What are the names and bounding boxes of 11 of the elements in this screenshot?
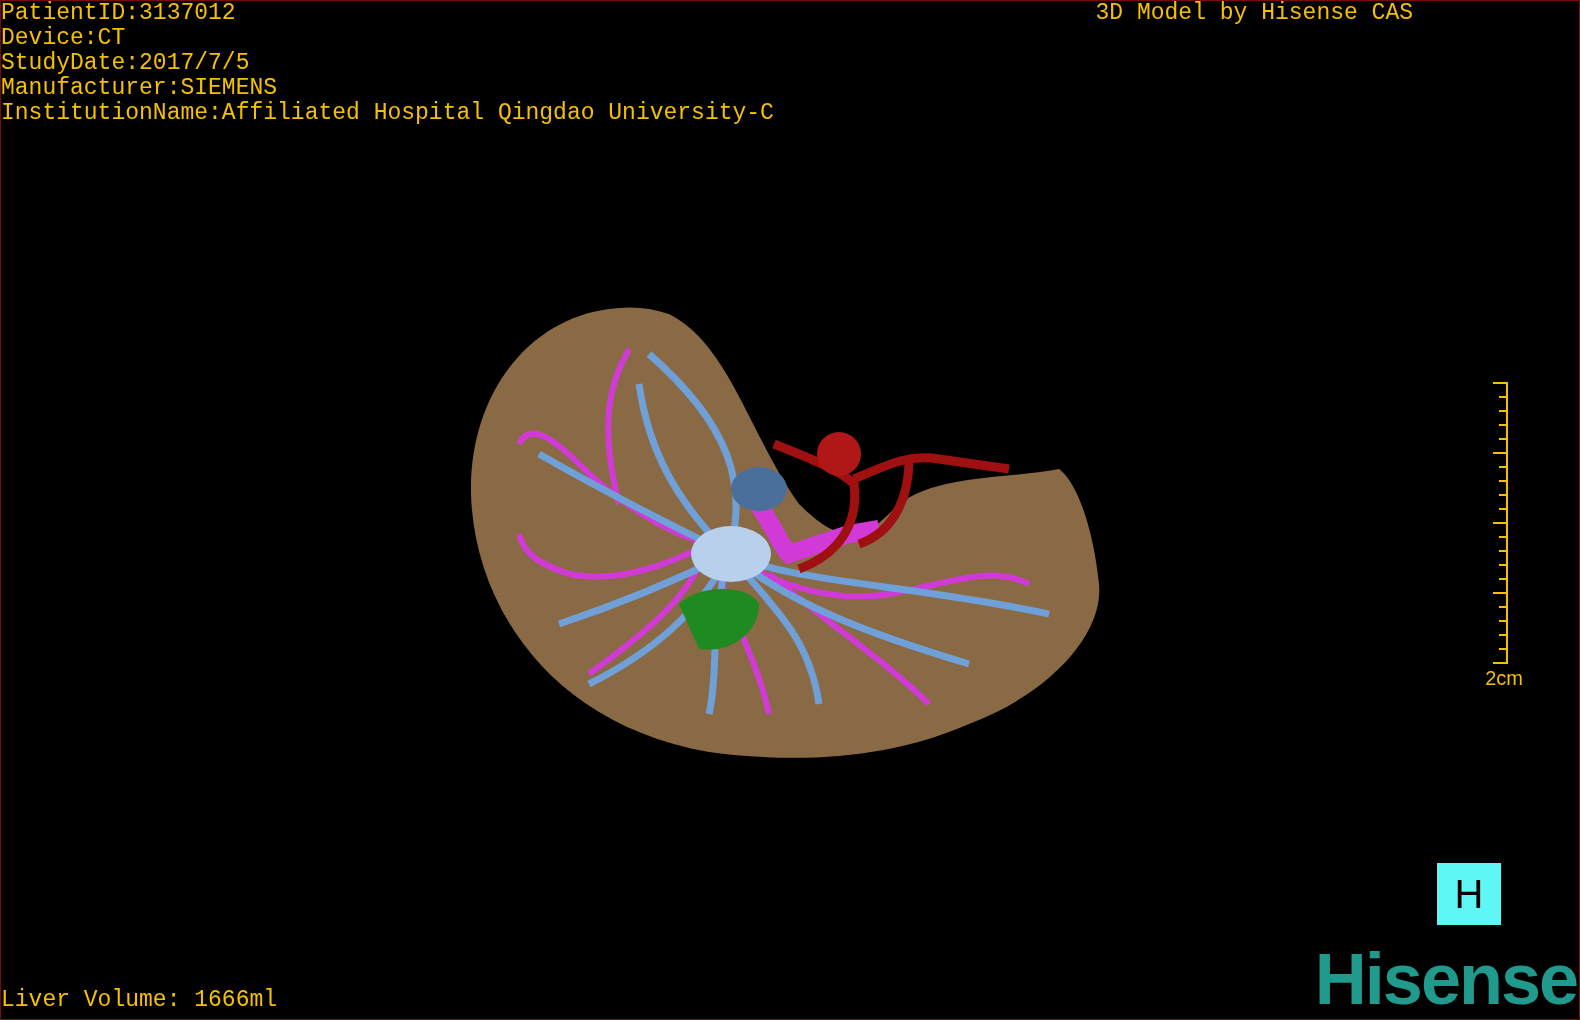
patient-info-text: Manufacturer:SIEMENS [1, 76, 279, 101]
patient-info-text: InstitutionName:Affiliated Hospital Qingdao University-C [1, 101, 774, 126]
patient-info-text: PatientID:3137012 [1, 1, 237, 26]
patient-info-text: Device:CT [1, 26, 127, 51]
scale-bar-icon [1493, 381, 1509, 665]
scale-label: 2cm [1485, 667, 1523, 689]
orientation-button[interactable]: H [1437, 863, 1501, 925]
brand-logo: Hisense [1314, 939, 1577, 1019]
liver-volume-text: Liver Volume: 1666ml [1, 988, 278, 1013]
patient-info-text: StudyDate:2017/7/5 [1, 51, 251, 76]
viewer-title: 3D Model by Hisense CAS [1095, 1, 1413, 28]
